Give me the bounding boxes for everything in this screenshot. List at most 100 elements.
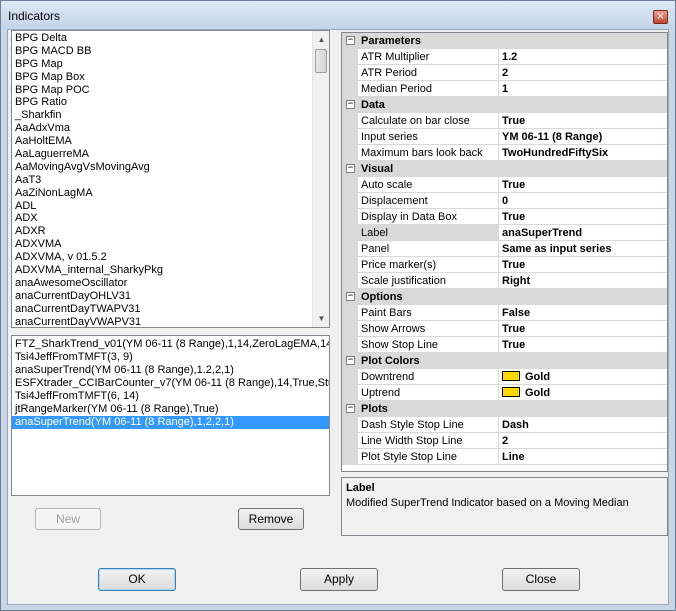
available-indicator-item[interactable]: ADXR: [12, 225, 329, 238]
applied-indicator-item[interactable]: Tsi4JeffFromTMFT(3, 9): [12, 351, 329, 364]
collapse-icon[interactable]: −: [346, 292, 355, 301]
property-name[interactable]: Auto scale: [358, 177, 499, 193]
property-value[interactable]: 1: [499, 81, 667, 97]
property-name[interactable]: Price marker(s): [358, 257, 499, 273]
available-indicator-item[interactable]: _Sharkfin: [12, 109, 329, 122]
available-indicator-item[interactable]: anaAwesomeOscillator: [12, 277, 329, 290]
property-value[interactable]: 0: [499, 193, 667, 209]
collapse-icon[interactable]: −: [346, 36, 355, 45]
available-indicator-item[interactable]: ADXVMA, v 01.5.2: [12, 251, 329, 264]
property-row[interactable]: Line Width Stop Line 2: [342, 433, 667, 449]
property-value[interactable]: Line: [499, 449, 667, 465]
available-indicator-item[interactable]: AaMovingAvgVsMovingAvg: [12, 161, 329, 174]
property-row[interactable]: Label anaSuperTrend: [342, 225, 667, 241]
category-row[interactable]: − Plots: [342, 401, 667, 417]
property-name[interactable]: Dash Style Stop Line: [358, 417, 499, 433]
property-name[interactable]: Maximum bars look back: [358, 145, 499, 161]
available-indicator-item[interactable]: anaCurrentDayVWAPV31: [12, 316, 329, 327]
property-name[interactable]: Uptrend: [358, 385, 499, 401]
property-row[interactable]: ATR Period 2: [342, 65, 667, 81]
property-value[interactable]: 2: [499, 65, 667, 81]
property-value[interactable]: YM 06-11 (8 Range): [499, 129, 667, 145]
available-indicator-item[interactable]: BPG Delta: [12, 32, 329, 45]
applied-indicators-list[interactable]: FTZ_SharkTrend_v01(YM 06-11 (8 Range),1,…: [11, 335, 330, 496]
property-name[interactable]: Display in Data Box: [358, 209, 499, 225]
property-row[interactable]: Median Period 1: [342, 81, 667, 97]
property-value[interactable]: Gold: [499, 385, 667, 401]
available-indicator-item[interactable]: anaCurrentDayTWAPV31: [12, 303, 329, 316]
property-row[interactable]: Show Stop Line True: [342, 337, 667, 353]
applied-indicator-item[interactable]: FTZ_SharkTrend_v01(YM 06-11 (8 Range),1,…: [12, 338, 329, 351]
available-indicator-item[interactable]: ADX: [12, 212, 329, 225]
collapse-icon[interactable]: −: [346, 356, 355, 365]
property-value[interactable]: True: [499, 321, 667, 337]
property-value[interactable]: TwoHundredFiftySix: [499, 145, 667, 161]
property-row[interactable]: Calculate on bar close True: [342, 113, 667, 129]
property-name[interactable]: Plot Style Stop Line: [358, 449, 499, 465]
property-value[interactable]: True: [499, 257, 667, 273]
category-row[interactable]: − Options: [342, 289, 667, 305]
available-indicator-item[interactable]: BPG Map POC: [12, 84, 329, 97]
property-name[interactable]: Calculate on bar close: [358, 113, 499, 129]
available-indicator-item[interactable]: AaHoltEMA: [12, 135, 329, 148]
property-name[interactable]: Scale justification: [358, 273, 499, 289]
property-name[interactable]: ATR Multiplier: [358, 49, 499, 65]
property-name[interactable]: Paint Bars: [358, 305, 499, 321]
scroll-down-icon[interactable]: ▼: [314, 310, 329, 327]
available-indicator-item[interactable]: BPG MACD BB: [12, 45, 329, 58]
property-value[interactable]: Same as input series: [499, 241, 667, 257]
property-row[interactable]: Input series YM 06-11 (8 Range): [342, 129, 667, 145]
property-row[interactable]: Uptrend Gold: [342, 385, 667, 401]
applied-indicator-item[interactable]: jtRangeMarker(YM 06-11 (8 Range),True): [12, 403, 329, 416]
property-row[interactable]: Price marker(s) True: [342, 257, 667, 273]
property-value[interactable]: Right: [499, 273, 667, 289]
property-value[interactable]: 2: [499, 433, 667, 449]
property-value[interactable]: False: [499, 305, 667, 321]
new-button[interactable]: New: [35, 508, 101, 530]
property-name[interactable]: Show Arrows: [358, 321, 499, 337]
property-name[interactable]: Label: [358, 225, 499, 241]
property-value[interactable]: True: [499, 113, 667, 129]
applied-indicator-item[interactable]: Tsi4JeffFromTMFT(6, 14): [12, 390, 329, 403]
close-button[interactable]: Close: [502, 568, 580, 591]
applied-indicator-item[interactable]: ESFXtrader_CCIBarCounter_v7(YM 06-11 (8 …: [12, 377, 329, 390]
category-row[interactable]: − Parameters: [342, 33, 667, 49]
property-value[interactable]: 1.2: [499, 49, 667, 65]
property-value[interactable]: True: [499, 337, 667, 353]
scroll-up-icon[interactable]: ▲: [314, 31, 329, 48]
property-name[interactable]: Panel: [358, 241, 499, 257]
available-indicator-item[interactable]: BPG Map Box: [12, 71, 329, 84]
property-row[interactable]: Downtrend Gold: [342, 369, 667, 385]
property-name[interactable]: Median Period: [358, 81, 499, 97]
collapse-icon[interactable]: −: [346, 100, 355, 109]
property-value[interactable]: Gold: [499, 369, 667, 385]
property-row[interactable]: Auto scale True: [342, 177, 667, 193]
property-value[interactable]: True: [499, 177, 667, 193]
property-value[interactable]: anaSuperTrend: [499, 225, 667, 241]
property-row[interactable]: Show Arrows True: [342, 321, 667, 337]
collapse-icon[interactable]: −: [346, 404, 355, 413]
property-row[interactable]: Panel Same as input series: [342, 241, 667, 257]
property-name[interactable]: Show Stop Line: [358, 337, 499, 353]
available-indicator-item[interactable]: anaCurrentDayOHLV31: [12, 290, 329, 303]
ok-button[interactable]: OK: [98, 568, 176, 591]
available-indicator-item[interactable]: ADXVMA: [12, 238, 329, 251]
property-row[interactable]: ATR Multiplier 1.2: [342, 49, 667, 65]
available-indicators-list[interactable]: BPG Delta BPG MACD BB BPG Map BPG Map Bo…: [11, 30, 330, 328]
available-indicator-item[interactable]: ADXVMA_internal_SharkyPkg: [12, 264, 329, 277]
available-indicator-item[interactable]: AaLaguerreMA: [12, 148, 329, 161]
property-name[interactable]: ATR Period: [358, 65, 499, 81]
property-row[interactable]: Display in Data Box True: [342, 209, 667, 225]
property-grid[interactable]: − Parameters ATR Multiplier 1.2 ATR Period 2 M…: [341, 32, 668, 472]
property-value[interactable]: True: [499, 209, 667, 225]
category-row[interactable]: − Plot Colors: [342, 353, 667, 369]
apply-button[interactable]: Apply: [300, 568, 378, 591]
property-row[interactable]: Maximum bars look back TwoHundredFiftySix: [342, 145, 667, 161]
available-indicator-item[interactable]: AaT3: [12, 174, 329, 187]
title-bar[interactable]: Indicators ×: [1, 1, 675, 29]
property-row[interactable]: Displacement 0: [342, 193, 667, 209]
available-indicator-item[interactable]: AaAdxVma: [12, 122, 329, 135]
property-value[interactable]: Dash: [499, 417, 667, 433]
category-row[interactable]: − Data: [342, 97, 667, 113]
close-window-icon[interactable]: ×: [653, 10, 668, 24]
